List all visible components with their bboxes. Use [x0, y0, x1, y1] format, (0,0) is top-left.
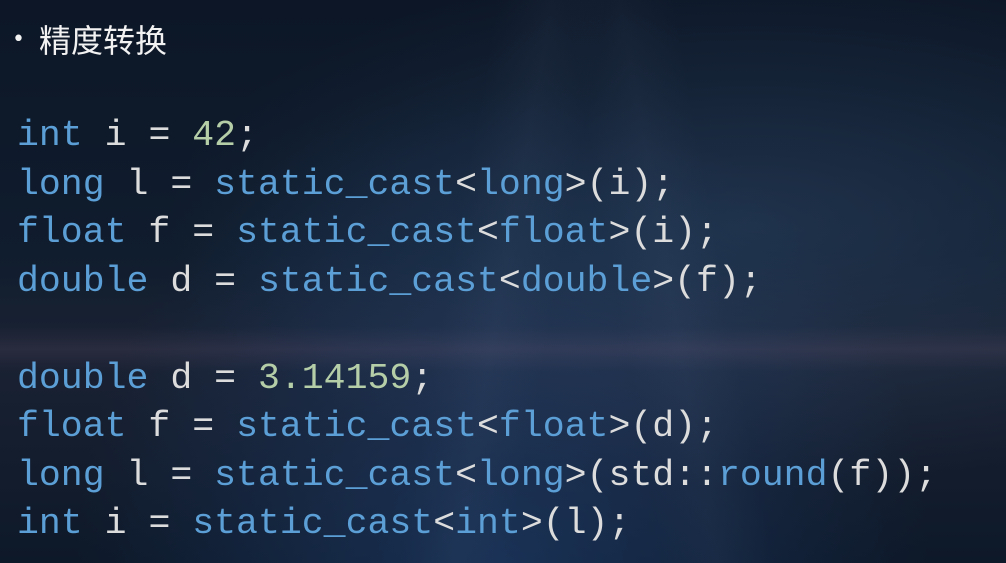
code-text: < [477, 212, 499, 253]
code-keyword: round [717, 454, 828, 496]
code-keyword: long [17, 454, 105, 496]
code-keyword: int [17, 115, 83, 156]
code-text: >(f); [652, 260, 762, 302]
code-text: = [214, 357, 258, 399]
code-text: f [126, 212, 193, 253]
code-keyword: float [498, 212, 609, 253]
code-line: int i = static_cast<int>(l); [17, 500, 937, 549]
code-text: < [477, 406, 499, 447]
code-block: int i = 42; long l = static_cast<long>(i)… [17, 112, 937, 549]
code-keyword: long [17, 163, 105, 205]
bullet-icon: • [12, 26, 25, 52]
code-keyword: int [17, 503, 83, 544]
code-text: >(std:: [564, 454, 718, 496]
code-number: 42 [192, 115, 237, 156]
title-text: 精度转换 [38, 22, 167, 60]
code-text: l [104, 454, 171, 496]
code-text: = [170, 454, 215, 496]
code-text: d [148, 357, 215, 399]
code-keyword: float [498, 406, 609, 447]
slide-title: • 精度转换 [12, 16, 167, 62]
code-text: = [192, 406, 237, 447]
code-text: < [433, 503, 456, 544]
code-text: < [498, 260, 521, 302]
code-keyword: float [17, 406, 127, 447]
code-keyword: int [455, 503, 521, 544]
code-text: >(l); [520, 503, 631, 544]
code-text: l [104, 163, 171, 205]
code-text: d [148, 260, 215, 302]
code-number: 3.14159 [257, 357, 412, 399]
code-text: < [455, 454, 478, 496]
code-line: float f = static_cast<float>(i); [17, 209, 937, 258]
code-text: = [214, 260, 258, 302]
code-keyword: static_cast [236, 406, 478, 447]
code-line: double d = 3.14159; [17, 355, 937, 404]
code-text: >(i); [564, 163, 675, 205]
code-text: >(d); [608, 406, 718, 447]
code-keyword: float [17, 212, 127, 253]
code-text: = [148, 115, 193, 156]
code-keyword: static_cast [214, 163, 456, 205]
code-keyword: long [477, 163, 565, 205]
code-keyword: double [520, 260, 653, 302]
code-line: float f = static_cast<float>(d); [17, 403, 937, 452]
code-text: f [126, 406, 193, 447]
code-keyword: static_cast [257, 260, 499, 302]
code-text: < [455, 163, 478, 205]
code-keyword: static_cast [192, 503, 434, 544]
code-keyword: double [17, 260, 149, 302]
code-text: >(i); [608, 212, 718, 253]
code-keyword: static_cast [236, 212, 478, 253]
code-keyword: double [17, 357, 149, 399]
code-text: ; [236, 115, 258, 156]
code-line: long l = static_cast<long>(i); [17, 161, 937, 210]
code-keyword: long [477, 454, 565, 496]
code-line: long l = static_cast<long>(std::round(f)… [17, 452, 937, 501]
code-text: (f)); [827, 454, 938, 496]
code-text: i [82, 115, 149, 156]
code-line: int i = 42; [17, 112, 937, 161]
code-text: i [82, 503, 149, 544]
code-text: ; [411, 357, 434, 399]
code-text: = [192, 212, 237, 253]
code-text: = [170, 163, 215, 205]
code-keyword: static_cast [214, 454, 456, 496]
code-text: = [148, 503, 193, 544]
code-line: double d = static_cast<double>(f); [17, 258, 937, 307]
